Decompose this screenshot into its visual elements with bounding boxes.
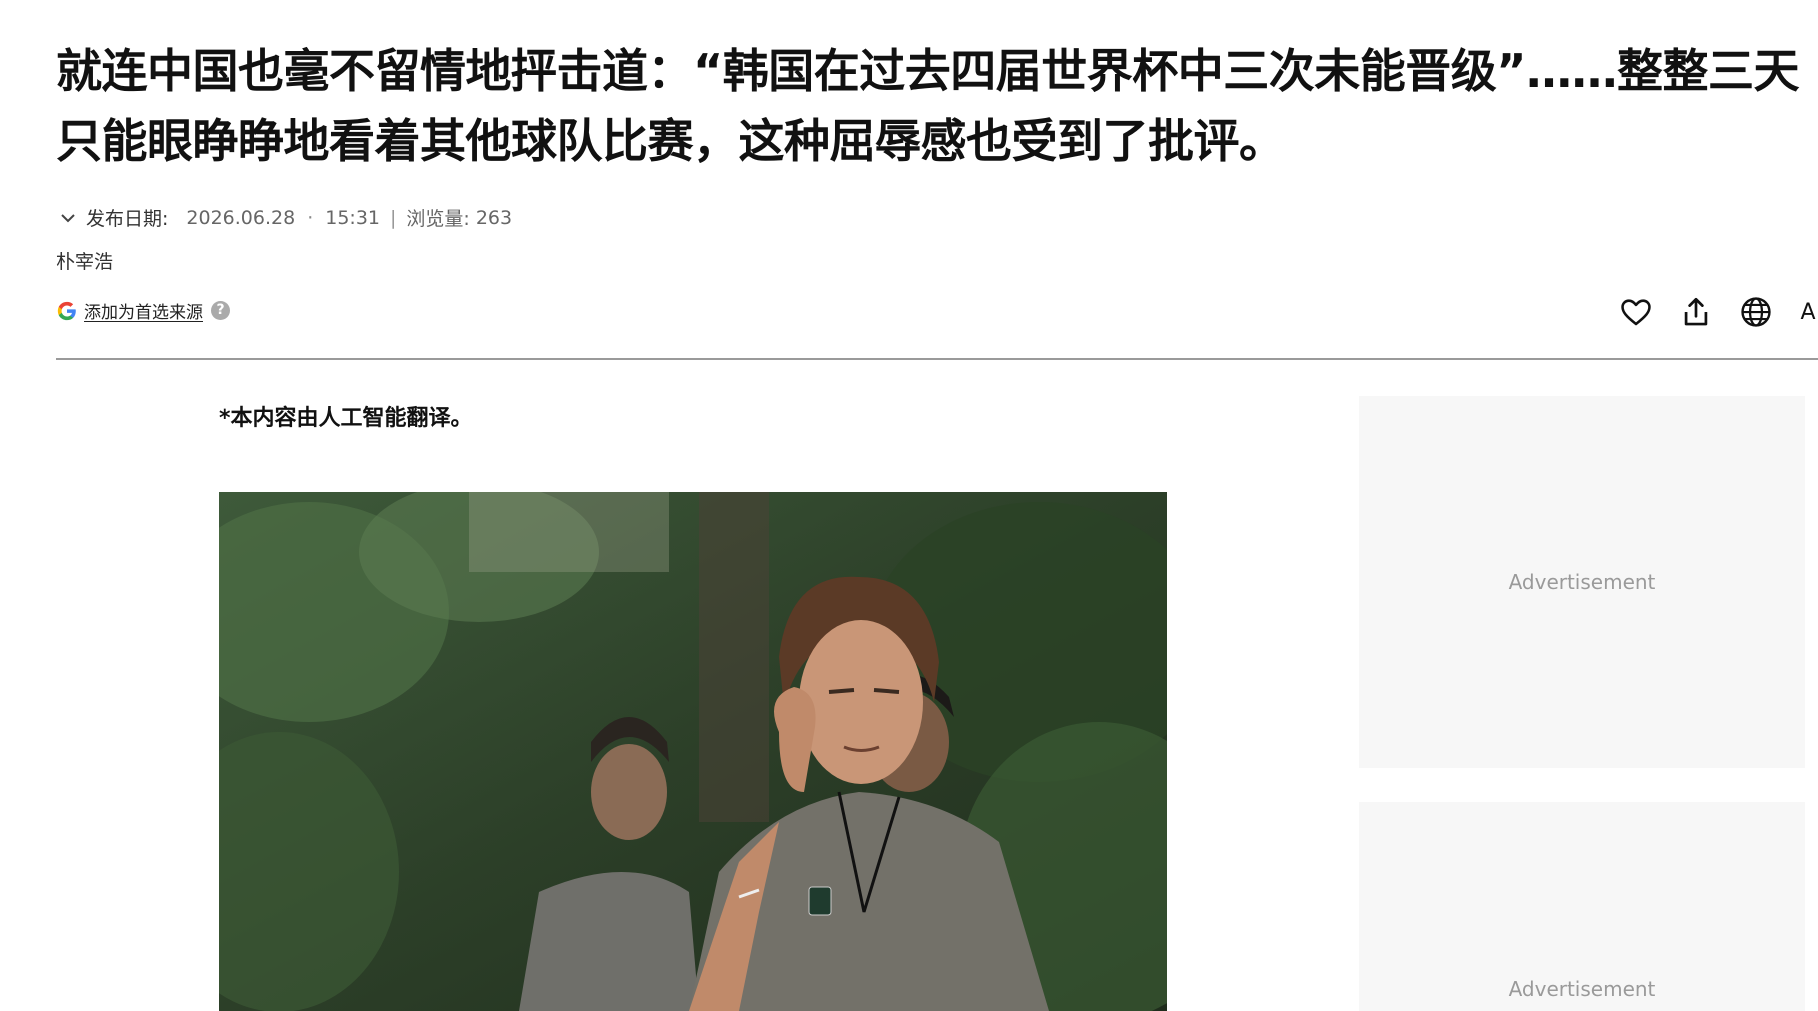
- views-count: 263: [475, 206, 513, 229]
- heart-icon: [1621, 299, 1651, 326]
- advertisement-slot[interactable]: Advertisement: [1359, 396, 1805, 768]
- article-toolbar: A: [1616, 292, 1818, 332]
- views-label: 浏览量:: [406, 208, 470, 230]
- coach-photo-illustration: [219, 492, 1167, 1011]
- advertisement-label: Advertisement: [1508, 570, 1656, 594]
- article-meta: 发布日期: 2026.06.28 · 15:31 | 浏览量: 263: [58, 204, 512, 231]
- publish-time: 15:31: [325, 206, 381, 229]
- headline-line-1: 就连中国也毫不留情地抨击道：“韩国在过去四届世界杯中三次未能晋级”……整整三天: [56, 44, 1799, 98]
- meta-bar-separator: |: [390, 206, 397, 229]
- publish-date-label: 发布日期:: [86, 208, 169, 230]
- ai-translation-note: *本内容由人工智能翻译。: [219, 406, 473, 431]
- headline-line-2: 只能眼睁睁地看着其他球队比赛，这种屈辱感也受到了批评。: [56, 114, 1285, 168]
- add-preferred-source-link[interactable]: 添加为首选来源: [84, 298, 203, 323]
- google-icon: [57, 301, 76, 320]
- publish-date: 2026.06.28: [186, 206, 296, 229]
- language-button[interactable]: [1736, 292, 1776, 332]
- article-headline: 就连中国也毫不留情地抨击道：“韩国在过去四届世界杯中三次未能晋级”……整整三天 …: [56, 36, 1816, 176]
- advertisement-slot[interactable]: Advertisement: [1359, 802, 1805, 1011]
- globe-icon: [1741, 297, 1771, 327]
- font-size-button[interactable]: A: [1788, 292, 1818, 332]
- like-button[interactable]: [1616, 292, 1656, 332]
- article-page: 就连中国也毫不留情地抨击道：“韩国在过去四届世界杯中三次未能晋级”……整整三天 …: [0, 0, 1818, 1011]
- share-button[interactable]: [1676, 292, 1716, 332]
- author-name[interactable]: 朴宰浩: [56, 247, 113, 274]
- advertisement-label: Advertisement: [1508, 977, 1656, 1001]
- header-divider: [56, 358, 1818, 360]
- article-photo: [219, 492, 1167, 1011]
- share-icon: [1684, 297, 1708, 326]
- help-icon[interactable]: ?: [211, 301, 230, 320]
- meta-dot-separator: ·: [307, 206, 314, 229]
- chevron-down-icon[interactable]: [58, 208, 78, 228]
- font-size-icon: A: [1800, 299, 1816, 325]
- google-preferred-source[interactable]: 添加为首选来源 ?: [56, 298, 230, 323]
